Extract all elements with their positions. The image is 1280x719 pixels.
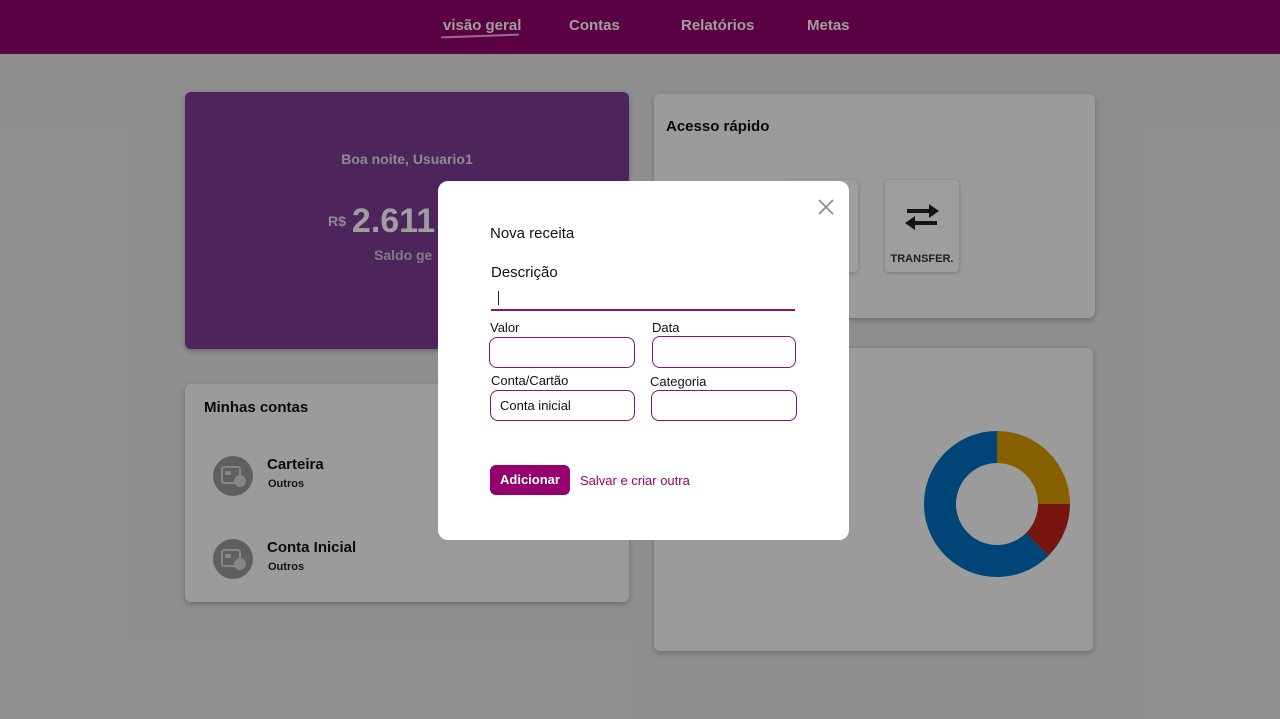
description-input[interactable]	[491, 287, 795, 311]
modal-title: Nova receita	[490, 225, 575, 242]
new-income-modal: Nova receita Descrição Valor Data Conta/…	[438, 181, 849, 540]
conta-field[interactable]	[490, 390, 635, 421]
data-label: Data	[652, 320, 680, 335]
add-button[interactable]: Adicionar	[490, 465, 570, 495]
valor-label: Valor	[490, 320, 520, 335]
save-and-create-link[interactable]: Salvar e criar outra	[580, 473, 690, 488]
data-field[interactable]	[652, 336, 796, 368]
categoria-label: Categoria	[650, 374, 707, 389]
valor-field[interactable]	[489, 337, 635, 368]
description-label: Descrição	[491, 264, 558, 281]
categoria-field[interactable]	[651, 390, 797, 421]
close-icon[interactable]	[816, 197, 836, 217]
text-caret	[498, 291, 499, 305]
conta-label: Conta/Cartão	[491, 373, 569, 388]
